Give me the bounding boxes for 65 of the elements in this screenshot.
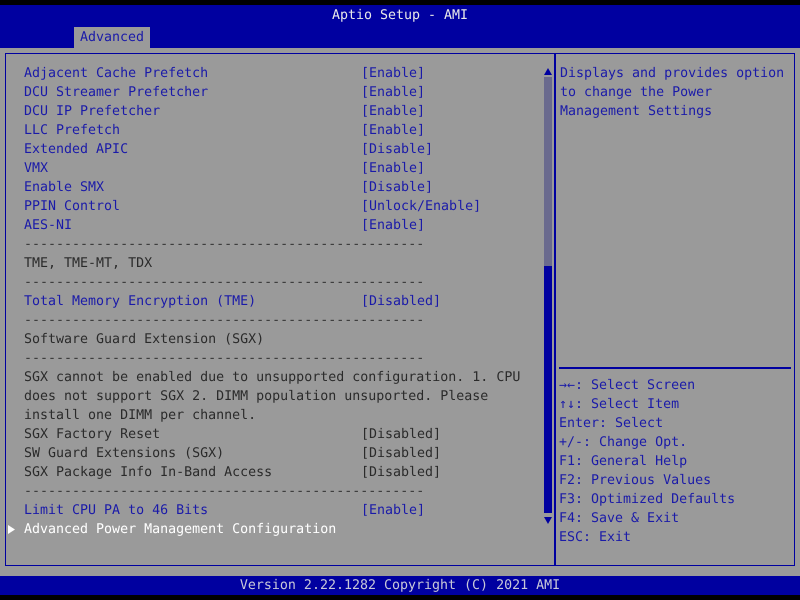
setting-label: SGX Factory Reset <box>24 426 162 444</box>
setting-value: [Enable] <box>361 160 426 178</box>
setting-value: [Unlock/Enable] <box>361 198 482 216</box>
separator-line: -------------------------------------------------- <box>24 312 426 330</box>
key-hint: F1: General Help <box>559 453 688 471</box>
key-hint: F2: Previous Values <box>559 472 712 490</box>
setting-label: DCU IP Prefetcher <box>24 103 162 121</box>
setting-value: [Enable] <box>361 217 426 235</box>
setting-row[interactable]: PPIN Control [Unlock/Enable] <box>24 197 543 216</box>
setting-label: Limit CPU PA to 46 Bits <box>24 502 210 520</box>
version-footer: Version 2.22.1282 Copyright (C) 2021 AMI <box>0 576 800 595</box>
setting-label: Total Memory Encryption (TME) <box>24 293 258 311</box>
menu-tab[interactable]: Advanced <box>74 27 150 48</box>
setting-label: Extended APIC <box>24 141 130 159</box>
scrollbar-thumb[interactable] <box>544 266 552 513</box>
scroll-up-icon[interactable] <box>544 68 552 75</box>
setting-row[interactable]: Limit CPU PA to 46 Bits [Enable] <box>24 501 543 520</box>
key-hint: →←: Select Screen <box>559 377 696 395</box>
info-text: SGX cannot be enabled due to unsupported configuration. 1. CPU does not support SGX 2. DIMM population unsuported. Please install one DIMM per channel. <box>24 369 522 425</box>
key-hint: +/-: Change Opt. <box>559 434 688 452</box>
setting-label: SW Guard Extensions (SGX) <box>24 445 226 463</box>
key-hint: Enter: Select <box>559 415 664 433</box>
section-heading: TME, TME-MT, TDX <box>24 255 154 273</box>
setting-value: [Enable] <box>361 122 426 140</box>
key-hint: ↑↓: Select Item <box>559 396 680 414</box>
setting-label: SGX Package Info In-Band Access <box>24 464 274 482</box>
key-hint: ESC: Exit <box>559 529 632 547</box>
setting-value: [Enable] <box>361 103 426 121</box>
separator-line: -------------------------------------------------- <box>24 350 426 368</box>
setting-row[interactable]: Enable SMX [Disable] <box>24 178 543 197</box>
setting-value: [Enable] <box>361 84 426 102</box>
setting-row[interactable]: VMX [Enable] <box>24 159 543 178</box>
setting-row[interactable]: AES-NI [Enable] <box>24 216 543 235</box>
setting-row[interactable]: Total Memory Encryption (TME) [Disabled] <box>24 292 543 311</box>
setting-value: [Enable] <box>361 65 426 83</box>
submenu-triangle-icon <box>8 525 15 534</box>
setting-row[interactable]: LLC Prefetch [Enable] <box>24 121 543 140</box>
help-text: Displays and provides option to change the Power Management Settings <box>559 65 786 121</box>
setting-value: [Disabled] <box>361 445 442 463</box>
separator-line: -------------------------------------------------- <box>24 483 426 501</box>
setting-value: [Disable] <box>361 179 434 197</box>
section-heading: Software Guard Extension (SGX) <box>24 331 266 349</box>
window-title: Aptio Setup - AMI <box>332 7 468 25</box>
setting-value: [Disabled] <box>361 293 442 311</box>
setting-value: [Disable] <box>361 141 434 159</box>
setting-label: PPIN Control <box>24 198 122 216</box>
submenu-item[interactable]: Advanced Power Management Configuration <box>24 520 543 539</box>
setting-row[interactable]: Extended APIC [Disable] <box>24 140 543 159</box>
setting-value: [Enable] <box>361 502 426 520</box>
setting-label: AES-NI <box>24 217 74 235</box>
setting-row[interactable]: DCU Streamer Prefetcher [Enable] <box>24 83 543 102</box>
setting-value: [Disabled] <box>361 464 442 482</box>
key-hint: F3: Optimized Defaults <box>559 491 736 509</box>
separator-line: -------------------------------------------------- <box>24 274 426 292</box>
setting-label: Adjacent Cache Prefetch <box>24 65 210 83</box>
separator-line: -------------------------------------------------- <box>24 236 426 254</box>
setting-label: LLC Prefetch <box>24 122 122 140</box>
scroll-down-icon[interactable] <box>544 517 552 524</box>
setting-row[interactable]: Adjacent Cache Prefetch [Enable] <box>24 64 543 83</box>
setting-label: Enable SMX <box>24 179 106 197</box>
setting-label: VMX <box>24 160 50 178</box>
setting-value: [Disabled] <box>361 426 442 444</box>
key-hint: F4: Save & Exit <box>559 510 680 528</box>
setting-row[interactable]: DCU IP Prefetcher [Enable] <box>24 102 543 121</box>
setting-label: DCU Streamer Prefetcher <box>24 84 210 102</box>
